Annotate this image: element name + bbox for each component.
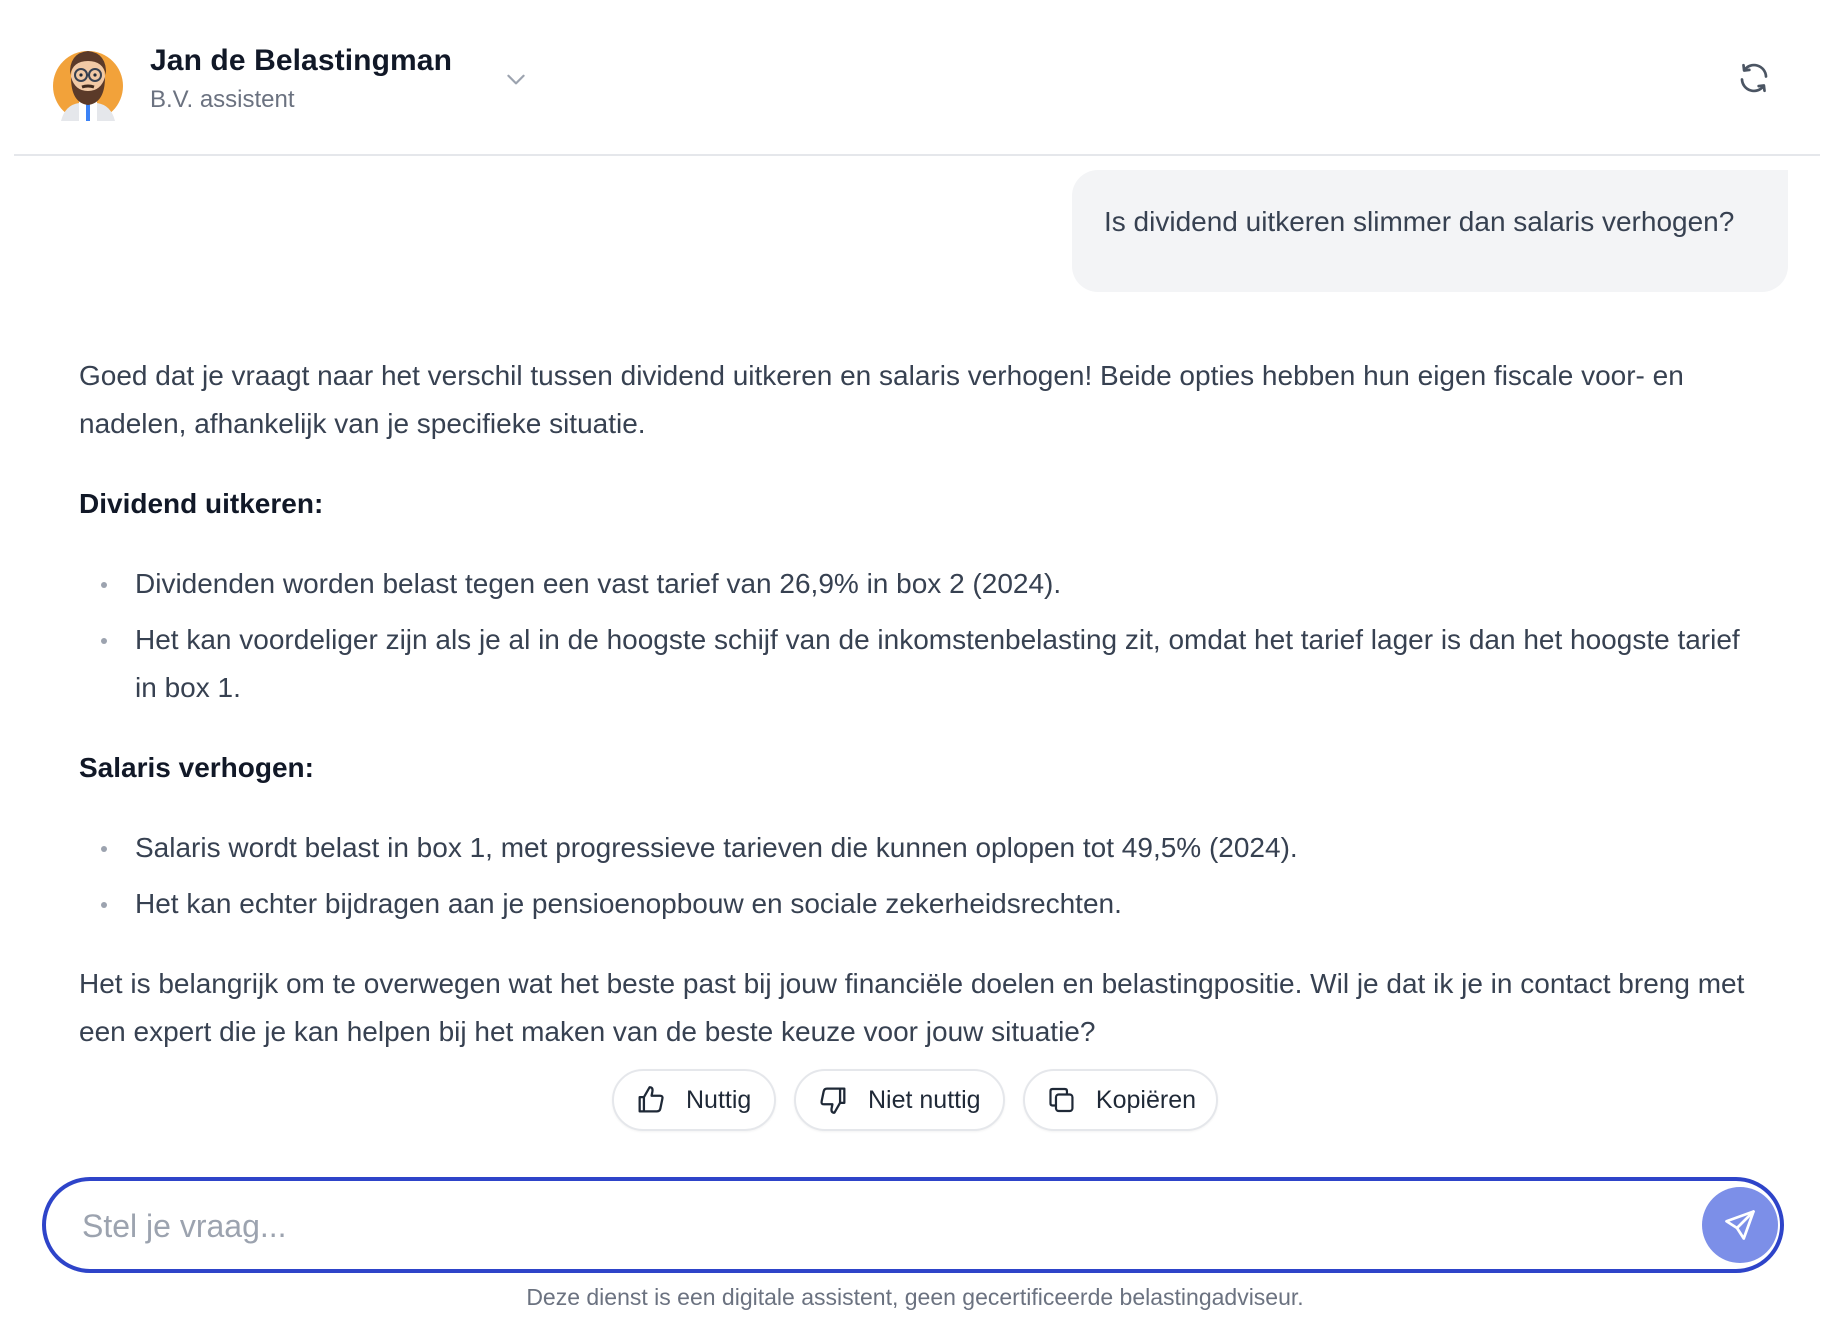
agent-name: Jan de Belastingman xyxy=(150,44,452,77)
bullet-list-dividend: Dividenden worden belast tegen een vast … xyxy=(79,560,1769,712)
chevron-down-icon[interactable] xyxy=(503,66,529,92)
send-button[interactable] xyxy=(1702,1187,1778,1263)
refresh-icon[interactable] xyxy=(1736,60,1772,96)
not-useful-label: Niet nuttig xyxy=(868,1085,981,1114)
disclaimer-text: Deze dienst is een digitale assistent, g… xyxy=(526,1284,1304,1310)
assistant-closing: Het is belangrijk om te overwegen wat he… xyxy=(79,968,1745,1047)
thumbs-up-icon xyxy=(638,1086,664,1113)
bullet-list-salary: Salaris wordt belast in box 1, met progr… xyxy=(79,824,1769,928)
assistant-message: Goed dat je vraagt naar het verschil tus… xyxy=(79,352,1769,1056)
chat-header: Jan de Belastingman B.V. assistent xyxy=(14,0,1820,156)
copy-label: Kopiëren xyxy=(1095,1085,1196,1114)
copy-icon xyxy=(1049,1087,1074,1113)
useful-label: Nuttig xyxy=(686,1085,752,1114)
list-item: Het kan echter bijdragen aan je pensioen… xyxy=(79,880,1769,928)
assistant-intro: Goed dat je vraagt naar het verschil tus… xyxy=(79,360,1684,439)
message-composer xyxy=(42,1177,1784,1273)
not-useful-button[interactable]: Niet nuttig xyxy=(794,1069,1005,1131)
bearded-man-avatar xyxy=(53,51,123,121)
question-input[interactable] xyxy=(80,1197,1644,1255)
useful-button[interactable]: Nuttig xyxy=(612,1069,776,1131)
list-item: Het kan voordeliger zijn als je al in de… xyxy=(79,616,1769,712)
feedback-actions: Nuttig Niet nuttig Kopiëren xyxy=(612,1069,1218,1131)
list-item: Dividenden worden belast tegen een vast … xyxy=(79,560,1769,608)
user-message-bubble: Is dividend uitkeren slimmer dan salaris… xyxy=(1072,170,1788,292)
section-heading-dividend: Dividend uitkeren: xyxy=(79,488,324,519)
send-icon xyxy=(1725,1210,1755,1240)
section-heading-salary: Salaris verhogen: xyxy=(79,752,314,783)
thumbs-down-icon xyxy=(820,1087,846,1114)
list-item: Salaris wordt belast in box 1, met progr… xyxy=(79,824,1769,872)
copy-button[interactable]: Kopiëren xyxy=(1023,1069,1218,1131)
agent-role: B.V. assistent xyxy=(150,86,295,113)
